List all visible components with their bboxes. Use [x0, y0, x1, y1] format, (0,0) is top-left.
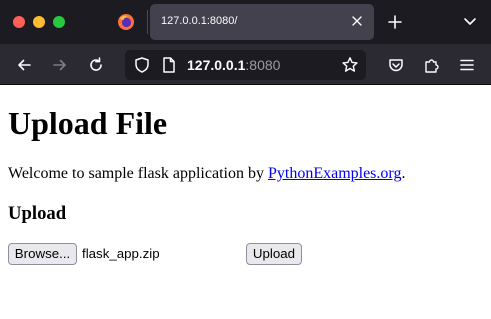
selected-file-name: flask_app.zip	[82, 246, 160, 261]
list-all-tabs-icon[interactable]	[463, 17, 477, 27]
navigation-toolbar: 127.0.0.1:8080	[0, 44, 491, 85]
reload-icon[interactable]	[87, 56, 105, 74]
extensions-icon[interactable]	[423, 56, 441, 74]
shield-icon[interactable]	[133, 56, 151, 74]
page-content: Upload File Welcome to sample flask appl…	[0, 85, 491, 319]
bookmark-star-icon[interactable]	[341, 56, 359, 74]
welcome-text: Welcome to sample flask application by P…	[8, 165, 405, 183]
new-tab-icon[interactable]	[387, 14, 403, 30]
page-icon[interactable]	[160, 56, 178, 74]
upload-section-title: Upload	[8, 203, 67, 224]
browse-button[interactable]: Browse...	[8, 243, 77, 265]
browser-titlebar: 127.0.0.1:8080/	[0, 0, 491, 44]
welcome-suffix: .	[401, 165, 406, 182]
minimize-window-button[interactable]	[33, 16, 45, 28]
tab-separator	[147, 10, 148, 34]
address-bar[interactable]: 127.0.0.1:8080	[125, 50, 366, 80]
pythonexamples-link[interactable]: PythonExamples.org	[268, 165, 401, 182]
close-window-button[interactable]	[13, 16, 25, 28]
pocket-icon[interactable]	[387, 56, 405, 74]
url-host: 127.0.0.1	[187, 57, 246, 73]
menu-icon[interactable]	[458, 56, 476, 74]
url-text[interactable]: 127.0.0.1:8080	[187, 57, 280, 73]
welcome-prefix: Welcome to sample flask application by	[8, 165, 268, 182]
page-title: Upload File	[8, 105, 168, 141]
tab-active[interactable]: 127.0.0.1:8080/	[150, 4, 374, 40]
tab-title: 127.0.0.1:8080/	[161, 15, 238, 27]
forward-arrow-icon[interactable]	[51, 56, 69, 74]
tab-close-icon[interactable]	[350, 14, 364, 28]
back-arrow-icon[interactable]	[15, 56, 33, 74]
url-port: :8080	[245, 57, 281, 73]
zoom-window-button[interactable]	[53, 16, 65, 28]
firefox-logo-icon[interactable]	[117, 13, 135, 31]
upload-button[interactable]: Upload	[246, 243, 302, 265]
